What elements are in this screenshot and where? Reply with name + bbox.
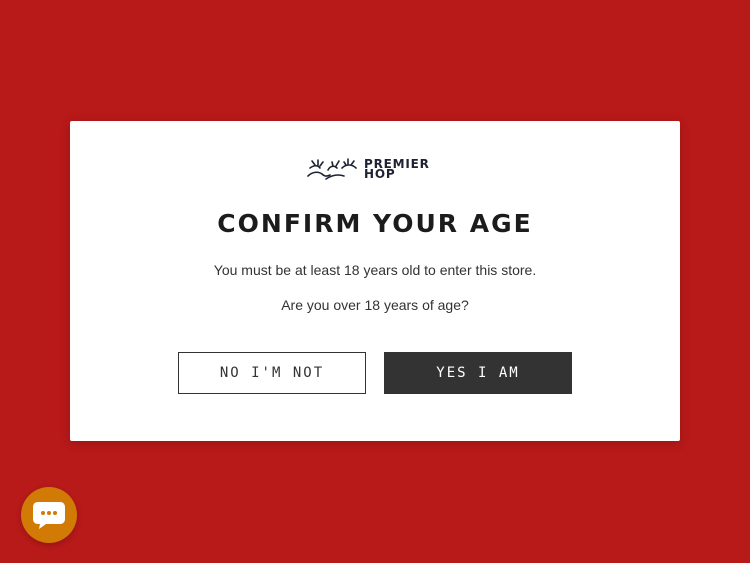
hop-leaves-logo-icon (307, 158, 357, 180)
logo-line-hop: HOP (364, 167, 396, 181)
age-gate-page: PREMIER HOP CONFIRM YOUR AGE You must be… (0, 0, 750, 563)
chat-launcher-button[interactable] (21, 487, 77, 543)
deny-age-button[interactable]: NO I'M NOT (178, 352, 366, 394)
chat-bubble-icon (33, 502, 65, 529)
confirm-age-button[interactable]: YES I AM (384, 352, 572, 394)
age-question: Are you over 18 years of age? (281, 297, 469, 313)
store-logo: PREMIER HOP (306, 156, 430, 182)
age-verification-modal: PREMIER HOP CONFIRM YOUR AGE You must be… (70, 121, 680, 441)
logo-wordmark: PREMIER HOP (364, 158, 430, 181)
modal-title: CONFIRM YOUR AGE (217, 209, 533, 238)
age-requirement-message: You must be at least 18 years old to ent… (213, 262, 537, 278)
